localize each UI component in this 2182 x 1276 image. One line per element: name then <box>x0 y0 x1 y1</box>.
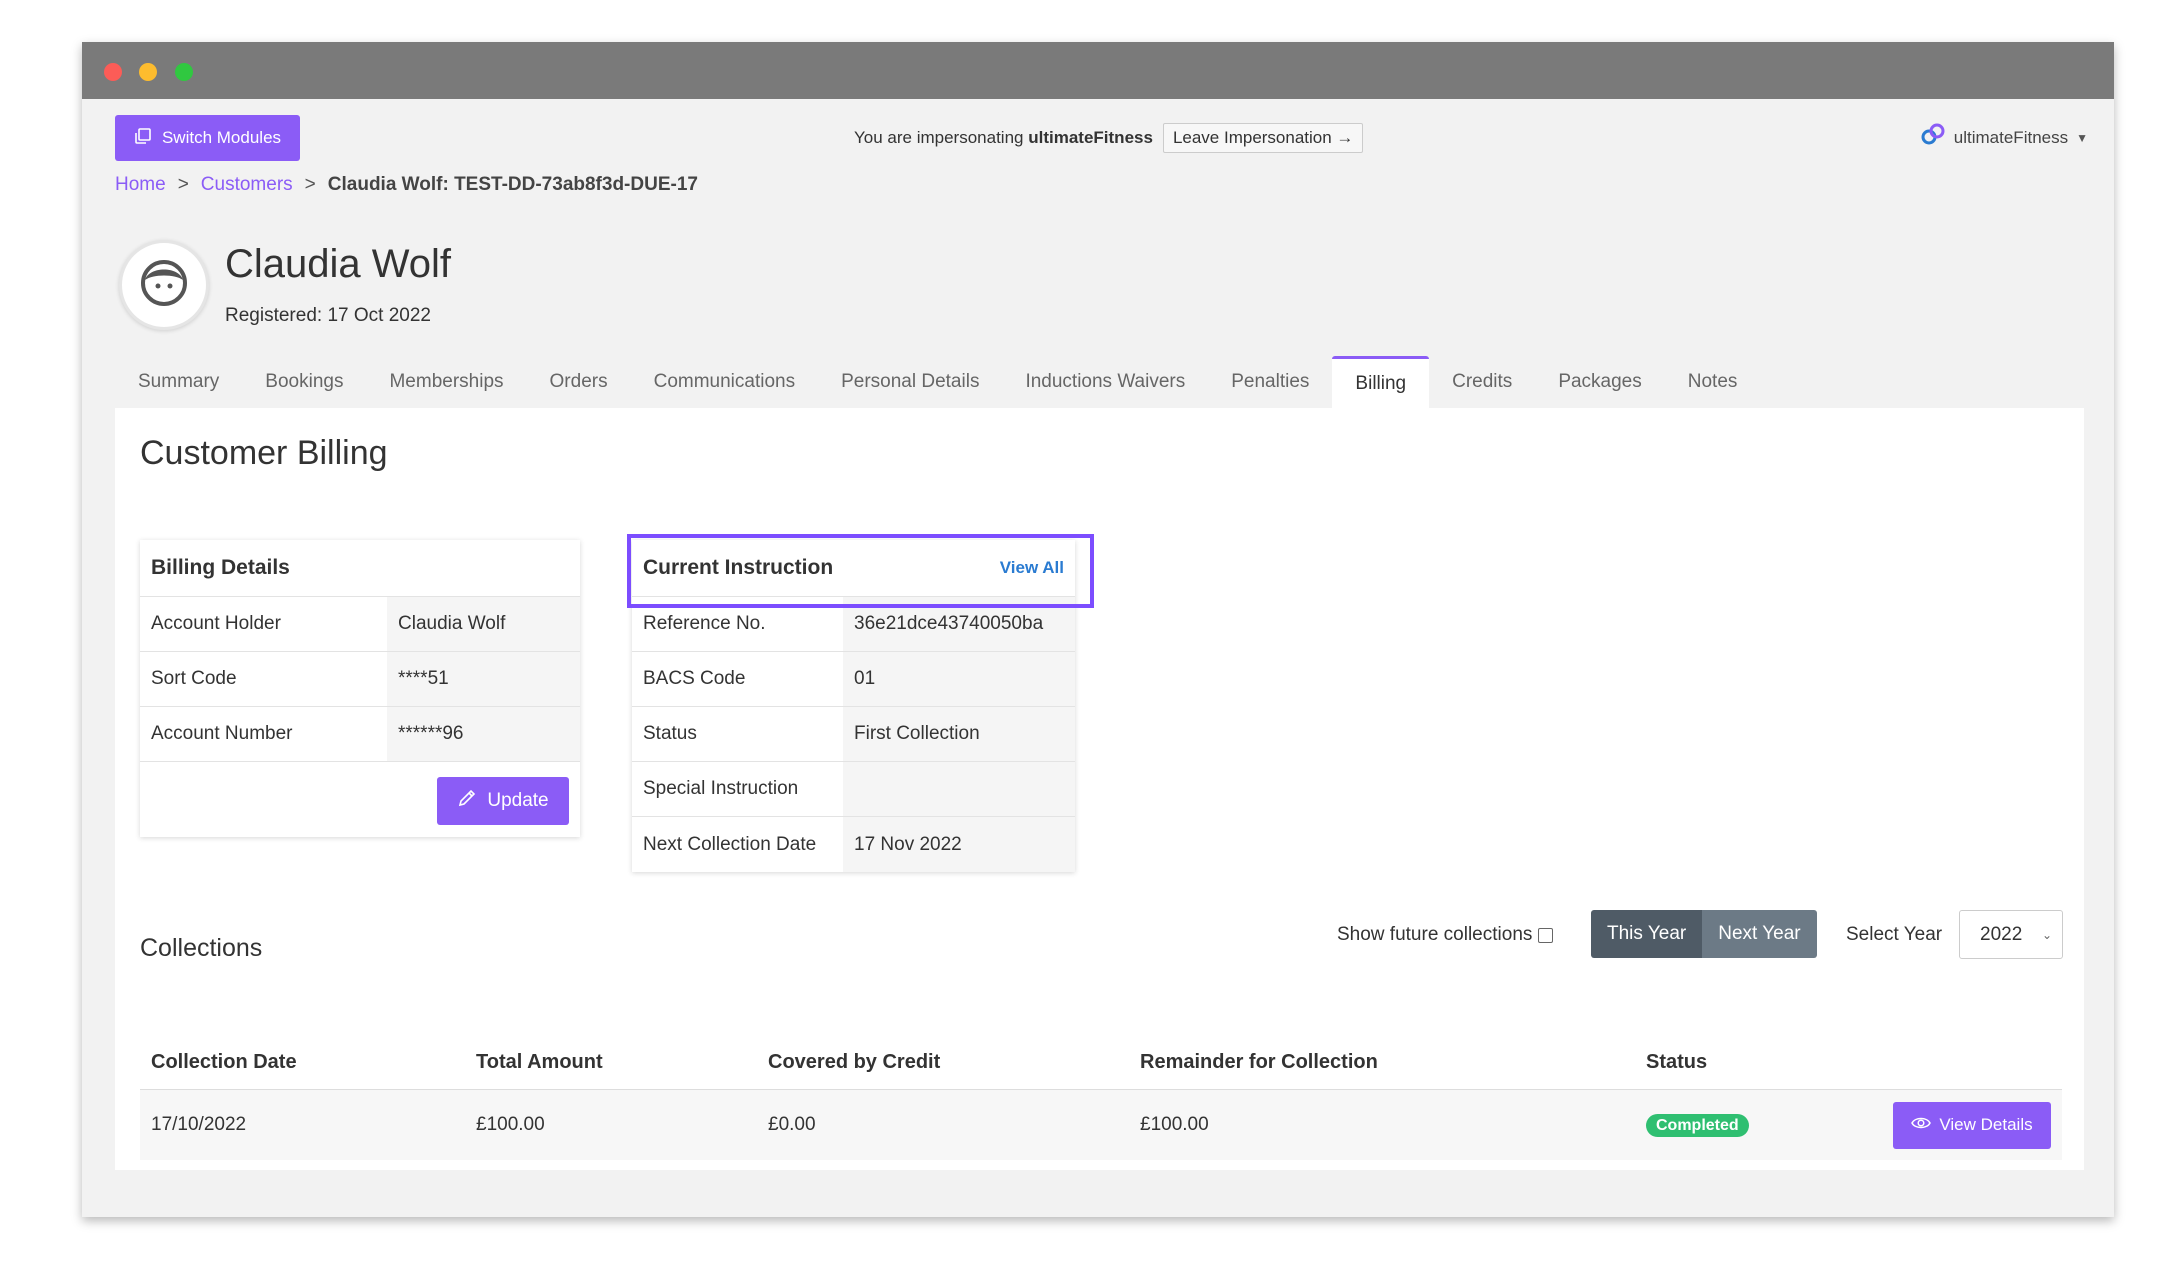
update-label: Update <box>487 790 549 811</box>
collections-title: Collections <box>140 934 263 962</box>
breadcrumb-current: Claudia Wolf: TEST-DD-73ab8f3d-DUE-17 <box>327 174 698 195</box>
app-window: Switch Modules You are impersonating ult… <box>82 42 2114 1217</box>
page-title: Customer Billing <box>140 434 388 472</box>
view-details-button[interactable]: View Details <box>1893 1101 2051 1149</box>
instruction-row-label: Special Instruction <box>643 778 799 799</box>
switch-modules-label: Switch Modules <box>161 128 282 147</box>
tab-memberships[interactable]: Memberships <box>366 356 526 408</box>
view-details-label: View Details <box>1939 1115 2033 1134</box>
tab-penalties[interactable]: Penalties <box>1208 356 1332 408</box>
column-header: Covered by Credit <box>768 1051 941 1073</box>
next-year-button[interactable]: Next Year <box>1702 910 1817 958</box>
billing-panel: Customer Billing Billing Details Account… <box>115 408 2084 1170</box>
billing-row: Account Number ******96 <box>140 707 580 762</box>
remainder-for-collection: £100.00 <box>1140 1114 1209 1135</box>
tab-communications[interactable]: Communications <box>631 356 819 408</box>
chevron-down-icon: ⌄ <box>2041 927 2052 942</box>
breadcrumb-separator: > <box>177 174 189 195</box>
account-name: ultimateFitness <box>1953 127 2069 147</box>
impersonation-text: You are impersonating ultimateFitness <box>854 128 1153 147</box>
status-cell: Completed <box>1635 1114 1880 1137</box>
covered-by-credit: £0.00 <box>768 1114 816 1135</box>
year-toggle: This Year Next Year <box>1591 910 1817 958</box>
minimize-window-button[interactable] <box>139 63 157 81</box>
window-titlebar <box>82 42 2114 99</box>
this-year-button[interactable]: This Year <box>1591 910 1703 958</box>
show-future-label: Show future collections <box>1337 924 1533 945</box>
column-header: Status <box>1646 1051 1708 1073</box>
total-amount: £100.00 <box>476 1114 545 1135</box>
billing-row-label: Sort Code <box>151 668 237 689</box>
customer-tabs: Summary Bookings Memberships Orders Comm… <box>115 356 1760 408</box>
chevron-down-icon: ▼ <box>2076 130 2088 145</box>
close-window-button[interactable] <box>104 63 122 81</box>
show-future-collections: Show future collections <box>1337 924 1554 946</box>
user-face-icon <box>139 258 189 313</box>
tab-personal-details[interactable]: Personal Details <box>818 356 1002 408</box>
instruction-row: Special Instruction <box>632 762 1075 817</box>
tab-bookings[interactable]: Bookings <box>242 356 366 408</box>
instruction-row-value: 01 <box>843 652 1075 706</box>
instruction-row-label: Next Collection Date <box>643 833 817 855</box>
column-header: Remainder for Collection <box>1140 1051 1378 1073</box>
pencil-icon <box>457 788 477 814</box>
tab-notes[interactable]: Notes <box>1665 356 1761 408</box>
column-header: Collection Date <box>151 1051 297 1073</box>
avatar <box>119 240 209 330</box>
collections-table: Collection Date Total Amount Covered by … <box>140 1036 2062 1160</box>
billing-row: Sort Code ****51 <box>140 652 580 707</box>
instruction-row-value: 17 Nov 2022 <box>843 817 1075 872</box>
breadcrumb: Home > Customers > Claudia Wolf: TEST-DD… <box>115 174 698 196</box>
instruction-row: BACS Code 01 <box>632 652 1075 707</box>
leave-impersonation-button[interactable]: Leave Impersonation → <box>1162 123 1364 153</box>
tab-packages[interactable]: Packages <box>1535 356 1664 408</box>
billing-row: Account Holder Claudia Wolf <box>140 597 580 652</box>
instruction-row-value <box>843 762 1075 816</box>
eye-icon <box>1911 1115 1932 1135</box>
year-select[interactable]: 2022 ⌄ <box>1959 910 2063 959</box>
brand-logo-icon <box>1920 122 1946 153</box>
billing-row-value: ****51 <box>387 652 580 706</box>
registered-date: Registered: 17 Oct 2022 <box>225 305 431 326</box>
table-row: 17/10/2022 £100.00 £0.00 £100.00 Complet… <box>140 1090 2062 1160</box>
actions-cell: View Details <box>1880 1101 2062 1149</box>
tab-summary[interactable]: Summary <box>115 356 242 408</box>
billing-row-value: ******96 <box>387 707 580 761</box>
tab-inductions-waivers[interactable]: Inductions Waivers <box>1002 356 1208 408</box>
tab-credits[interactable]: Credits <box>1429 356 1535 408</box>
switch-modules-icon <box>134 127 152 150</box>
update-billing-button[interactable]: Update <box>437 777 569 825</box>
billing-row-value: Claudia Wolf <box>387 597 580 651</box>
account-menu[interactable]: ultimateFitness ▼ <box>1920 122 2088 153</box>
breadcrumb-separator: > <box>304 174 316 195</box>
instruction-row-label: Status <box>643 723 697 744</box>
table-header: Collection Date Total Amount Covered by … <box>140 1036 2062 1090</box>
column-header: Total Amount <box>476 1051 603 1073</box>
collection-date: 17/10/2022 <box>151 1114 247 1135</box>
tab-orders[interactable]: Orders <box>527 356 631 408</box>
billing-details-heading: Billing Details <box>140 540 580 597</box>
instruction-row: Next Collection Date 17 Nov 2022 <box>632 817 1075 872</box>
instruction-row-label: BACS Code <box>643 668 746 689</box>
show-future-checkbox[interactable] <box>1538 927 1554 943</box>
customer-name: Claudia Wolf <box>225 242 452 286</box>
instruction-row-value: First Collection <box>843 707 1075 761</box>
billing-row-label: Account Number <box>151 723 293 744</box>
status-badge: Completed <box>1646 1114 1749 1137</box>
billing-row-label: Account Holder <box>151 613 281 634</box>
tab-billing[interactable]: Billing <box>1332 356 1430 408</box>
maximize-window-button[interactable] <box>175 63 193 81</box>
billing-details-card: Billing Details Account Holder Claudia W… <box>140 540 580 837</box>
impersonation-banner: You are impersonating ultimateFitness Le… <box>854 122 1364 154</box>
instruction-row: Status First Collection <box>632 707 1075 762</box>
breadcrumb-customers[interactable]: Customers <box>201 174 293 196</box>
current-instruction-highlight <box>627 534 1094 608</box>
switch-modules-button[interactable]: Switch Modules <box>115 115 300 161</box>
breadcrumb-home[interactable]: Home <box>115 174 166 196</box>
year-select-value: 2022 <box>1980 923 2023 945</box>
select-year-label: Select Year <box>1846 924 1943 945</box>
